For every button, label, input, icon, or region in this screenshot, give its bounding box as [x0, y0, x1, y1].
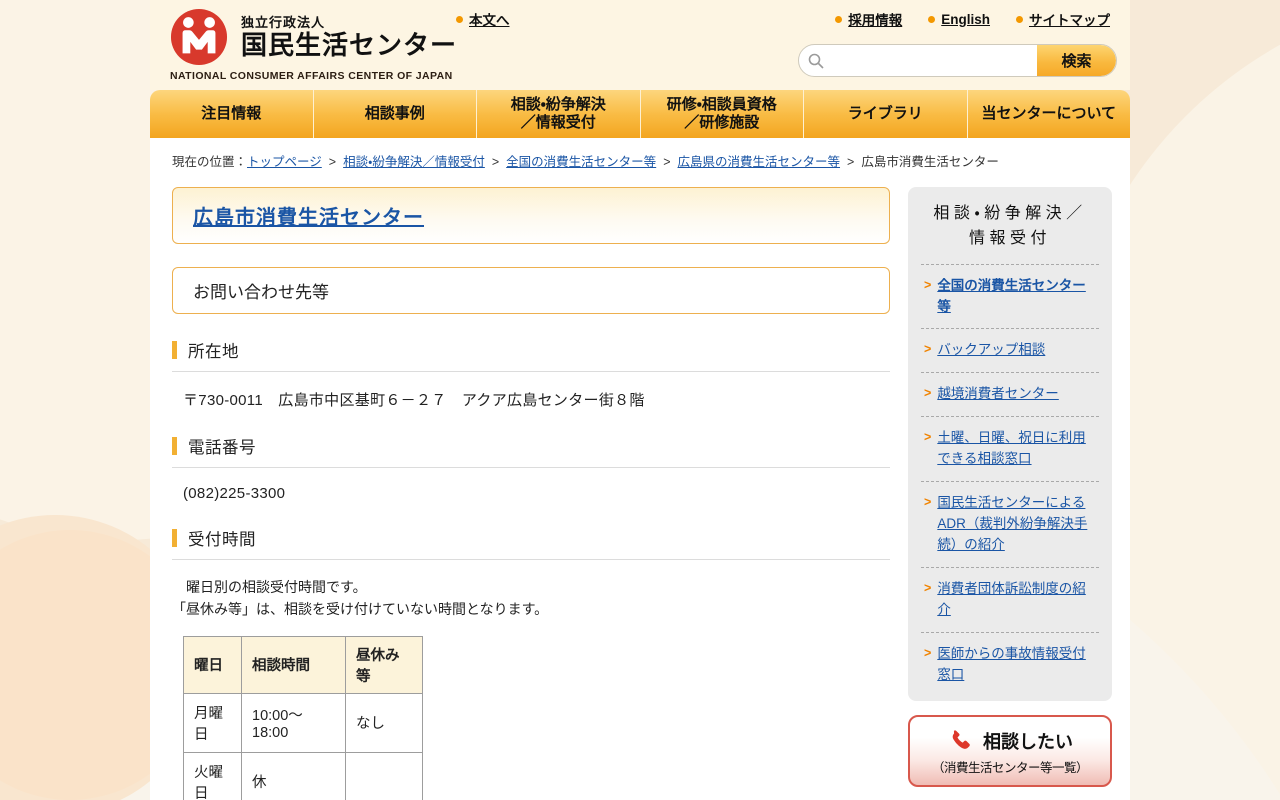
english-link[interactable]: English — [928, 9, 990, 29]
consult-button[interactable]: 相談したい （消費生活センター等一覧） — [908, 714, 1112, 787]
org-name: 国民生活センター — [241, 30, 458, 60]
sidebar-item-cross-border[interactable]: > 越境消費者センター — [921, 373, 1099, 418]
phone-section-heading: 電話番号 — [172, 434, 890, 458]
bullet-icon — [928, 15, 936, 23]
sidebar-item-national-centers[interactable]: > 全国の消費生活センター等 — [921, 265, 1099, 330]
nav-tab-cases[interactable]: 相談事例 — [313, 90, 477, 138]
address-value: 〒730-0011 広島市中区基町６－２７ アクア広島センター街８階 — [183, 392, 645, 409]
arrow-icon: > — [924, 277, 932, 292]
global-navigation: 注目情報 相談事例 相談・紛争解決 ／情報受付 研修・相談員資格 ／研修施設 ラ… — [150, 90, 1130, 138]
page-title-box: 広島市消費生活センター — [172, 187, 890, 244]
sidebar-menu-box: 相談・紛争解決／ 情報受付 > 全国の消費生活センター等 > バックアップ相談 … — [908, 187, 1112, 701]
heading-bar-icon — [172, 437, 177, 455]
breadcrumb: 現在の位置：トップページ > 相談・紛争解決／情報受付 > 全国の消費生活センター等 > 広… — [172, 155, 999, 169]
nav-tab-about[interactable]: 当センターについて — [967, 90, 1130, 138]
table-header-row: 曜日 相談時間 昼休み等 — [183, 635, 423, 694]
site-logo[interactable]: 独立行政法人 国民生活センター NATIONAL CONSUMER AFFAIR… — [170, 8, 457, 82]
site-header: 独立行政法人 国民生活センター NATIONAL CONSUMER AFFAIR… — [150, 0, 1130, 90]
table-row: 火曜日 休 — [183, 751, 423, 800]
bullet-icon — [456, 15, 463, 23]
page-column: 独立行政法人 国民生活センター NATIONAL CONSUMER AFFAIR… — [150, 0, 1130, 800]
phone-icon — [952, 729, 970, 749]
address-section-heading: 所在地 — [172, 338, 890, 362]
contact-heading-box: お問い合わせ先等 — [172, 267, 890, 314]
breadcrumb-link-home[interactable]: トップページ — [247, 155, 322, 169]
arrow-icon: > — [924, 386, 932, 401]
main-content: 広島市消費生活センター お問い合わせ先等 所在地 〒730-0011 広島市中区… — [172, 187, 890, 800]
col-header-lunch: 昼休み等 — [345, 635, 423, 694]
phone-value: (082)225-3300 — [183, 485, 286, 502]
hours-table: 曜日 相談時間 昼休み等 月曜日 10:00～18:00 なし 火曜日 休 — [183, 635, 423, 800]
hours-section-heading: 受付時間 — [172, 526, 890, 550]
heading-bar-icon — [172, 341, 177, 359]
divider — [172, 467, 890, 468]
org-type: 独立行政法人 — [241, 15, 326, 30]
org-name-english: NATIONAL CONSUMER AFFAIRS CENTER OF JAPA… — [170, 70, 453, 82]
breadcrumb-prefix: 現在の位置： — [172, 155, 248, 169]
sitemap-link[interactable]: サイトマップ — [1016, 9, 1110, 29]
sidebar-heading: 相談・紛争解決／ 情報受付 — [921, 202, 1099, 265]
breadcrumb-current: 広島市消費生活センター — [861, 155, 999, 169]
heading-bar-icon — [172, 529, 177, 547]
nav-tab-consultation[interactable]: 相談・紛争解決 ／情報受付 — [477, 90, 641, 138]
divider — [172, 371, 890, 372]
sidebar-item-adr[interactable]: > 国民生活センターによるADR（裁判外紛争解決手続）の紹介 — [921, 482, 1099, 568]
arrow-icon: > — [924, 495, 932, 510]
breadcrumb-link-centers[interactable]: 全国の消費生活センター等 — [506, 155, 656, 169]
nav-tab-library[interactable]: ライブラリ — [804, 90, 968, 138]
hours-note: 曜日別の相談受付時間です。 「昼休み等」は、相談を受け付けていない時間となります… — [172, 579, 549, 618]
skip-to-content-link[interactable]: 本文へ — [456, 9, 510, 29]
search-button[interactable]: 検索 — [1037, 45, 1116, 76]
arrow-icon: > — [924, 645, 932, 660]
search-bar: 検索 — [798, 44, 1117, 77]
content-background: 現在の位置：トップページ > 相談・紛争解決／情報受付 > 全国の消費生活センター等 > 広… — [150, 138, 1130, 800]
contact-heading: お問い合わせ先等 — [193, 283, 329, 302]
search-input[interactable] — [833, 45, 1037, 76]
col-header-time: 相談時間 — [241, 635, 346, 694]
recruit-link[interactable]: 採用情報 — [835, 9, 902, 29]
table-row: 月曜日 10:00～18:00 なし — [183, 692, 423, 753]
sidebar-item-backup-consultation[interactable]: > バックアップ相談 — [921, 329, 1099, 374]
sidebar-item-weekend-holiday[interactable]: > 土曜、日曜、祝日に利用できる相談窓口 — [921, 417, 1099, 483]
arrow-icon: > — [924, 430, 932, 445]
arrow-icon: > — [924, 580, 932, 595]
sidebar: 相談・紛争解決／ 情報受付 > 全国の消費生活センター等 > バックアップ相談 … — [908, 187, 1112, 800]
skip-link-label[interactable]: 本文へ — [469, 9, 510, 29]
breadcrumb-link-consultation[interactable]: 相談・紛争解決／情報受付 — [343, 155, 485, 169]
divider — [172, 559, 890, 560]
sidebar-item-group-litigation[interactable]: > 消費者団体訴訟制度の紹介 — [921, 568, 1099, 633]
nav-tab-training[interactable]: 研修・相談員資格 ／研修施設 — [640, 90, 804, 138]
page-title[interactable]: 広島市消費生活センター — [193, 207, 424, 229]
sidebar-item-doctor-reports[interactable]: > 医師からの事故情報受付窓口 — [921, 633, 1099, 697]
search-icon — [799, 45, 833, 76]
breadcrumb-link-hiroshima-pref[interactable]: 広島県の消費生活センター等 — [678, 155, 841, 169]
ncac-logo-icon — [170, 8, 228, 66]
bullet-icon — [835, 15, 843, 23]
arrow-icon: > — [924, 342, 932, 357]
bullet-icon — [1016, 15, 1023, 23]
nav-tab-featured[interactable]: 注目情報 — [150, 90, 314, 138]
col-header-day: 曜日 — [183, 635, 242, 694]
header-utility-links: 採用情報 English サイトマップ — [835, 9, 1110, 29]
